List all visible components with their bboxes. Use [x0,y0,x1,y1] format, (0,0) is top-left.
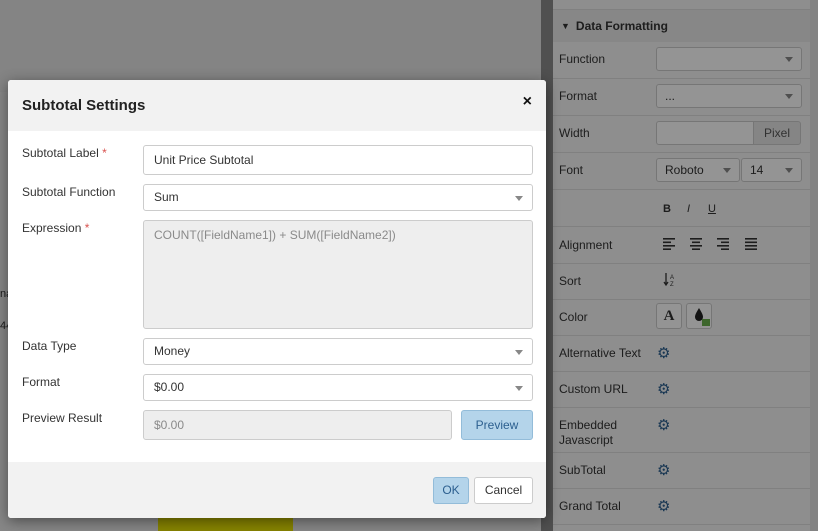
subtotal-function-select[interactable]: Sum [143,184,533,211]
data-type-select[interactable]: Money [143,338,533,365]
required-mark: * [102,146,107,160]
expression-label: Expression * [22,221,89,235]
close-icon[interactable]: × [523,93,532,111]
subtotal-label-label: Subtotal Label * [22,146,107,160]
format-label: Format [22,375,61,389]
preview-result-label: Preview Result [22,411,103,425]
format-select[interactable]: $0.00 [143,374,533,401]
dialog-title: Subtotal Settings [22,97,146,114]
subtotal-function-label: Subtotal Function [22,185,116,199]
data-type-value: Money [154,344,191,358]
expression-textarea[interactable]: COUNT([FieldName1]) + SUM([FieldName2]) [143,220,533,329]
cancel-button[interactable]: Cancel [474,477,533,504]
ok-button[interactable]: OK [433,477,469,504]
chevron-down-icon [515,350,523,355]
subtotal-function-value: Sum [154,190,179,204]
subtotal-label-input[interactable]: Unit Price Subtotal [143,145,533,175]
data-type-label: Data Type [22,339,77,353]
field-label-text: Expression [22,221,82,235]
required-mark: * [84,221,90,235]
preview-button[interactable]: Preview [461,410,533,440]
preview-result-field: $0.00 [143,410,452,440]
chevron-down-icon [515,196,523,201]
field-label-text: Subtotal Label [22,146,99,160]
format-value: $0.00 [154,380,185,394]
dialog-header: Subtotal Settings × [8,80,546,131]
subtotal-settings-dialog: Subtotal Settings × Subtotal Label * Uni… [8,80,546,518]
chevron-down-icon [515,386,523,391]
